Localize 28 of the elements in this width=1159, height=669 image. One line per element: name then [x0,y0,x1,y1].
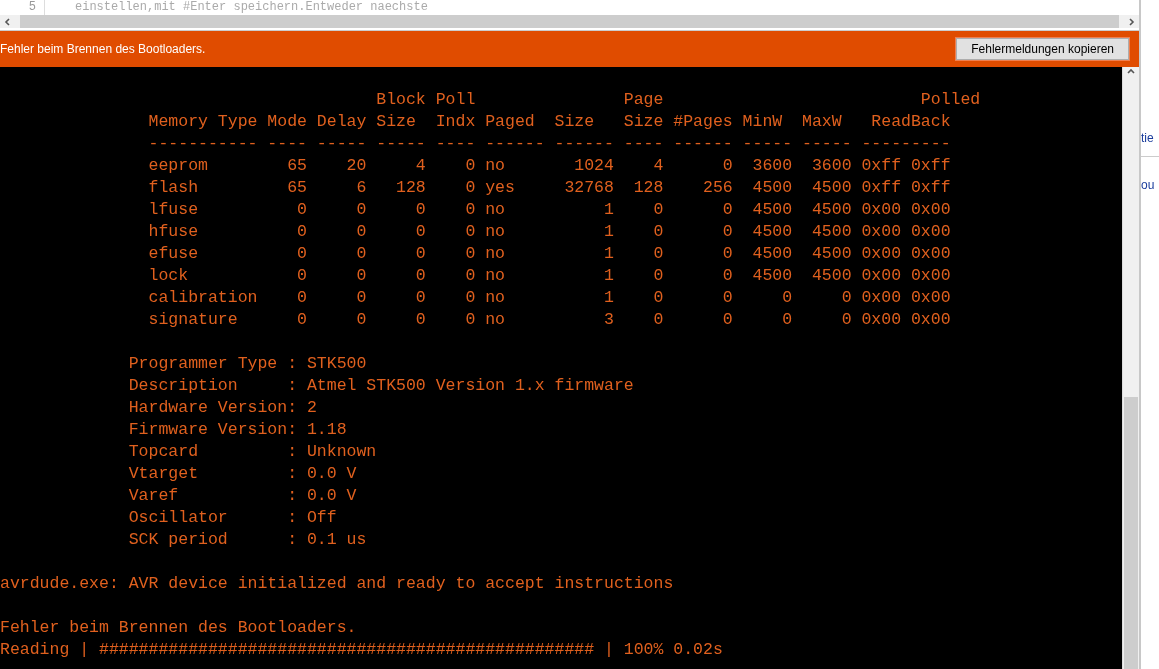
console-line: Description : Atmel STK500 Version 1.x firmware [127,375,634,397]
console-line: Hardware Version: 2 [127,397,317,419]
error-message: Fehler beim Brennen des Bootloaders. [0,42,206,56]
console-line: hfuse 0 0 0 0 no 1 0 0 4500 4500 0x00 0x00 [147,221,951,243]
console-line: lfuse 0 0 0 0 no 1 0 0 4500 4500 0x00 0x00 [147,199,951,221]
console-line: SCK period : 0.1 us [127,529,367,551]
console-line: Memory Type Mode Delay Size Indx Paged Size Size #Pages MinW MaxW ReadBack [147,111,951,133]
console-line: avrdude.exe: AVR device initialized and ready to accept instructions [0,573,674,595]
console-line: Fehler beim Brennen des Bootloaders. [0,617,357,639]
console-line: lock 0 0 0 0 no 1 0 0 4500 4500 0x00 0x00 [147,265,951,287]
link-text[interactable]: tie [1141,128,1154,148]
console-line: Firmware Version: 1.18 [127,419,347,441]
console-line: Block Poll Page Polled [375,89,981,111]
console-line: signature 0 0 0 0 no 3 0 0 0 0 0x00 0x00 [147,309,951,331]
console-line: Vtarget : 0.0 V [127,463,357,485]
copy-errors-button[interactable]: Fehlermeldungen kopieren [956,38,1129,60]
console-line: Topcard : Unknown [127,441,377,463]
console-line: calibration 0 0 0 0 no 1 0 0 0 0 0x00 0x00 [147,287,951,309]
console-line: ----------- ---- ----- ----- ---- ------ ------ ---- ------ ----- ----- --------- [147,133,951,155]
console-line: eeprom 65 20 4 0 no 1024 4 0 3600 3600 0xff 0xff [147,155,951,177]
console-line: Programmer Type : STK500 [127,353,367,375]
console-line: Reading | ################################################## | 100% 0.02s [0,639,723,661]
code-line: einstellen,mit #Enter speichern.Entweder naechste [74,0,428,15]
console-line: efuse 0 0 0 0 no 1 0 0 4500 4500 0x00 0x00 [147,243,951,265]
link-text[interactable]: ou [1141,175,1155,195]
console-line: flash 65 6 128 0 yes 32768 128 256 4500 4500 0xff 0xff [147,177,951,199]
console-line: Oscillator : Off [127,507,337,529]
console-line: Varef : 0.0 V [127,485,357,507]
